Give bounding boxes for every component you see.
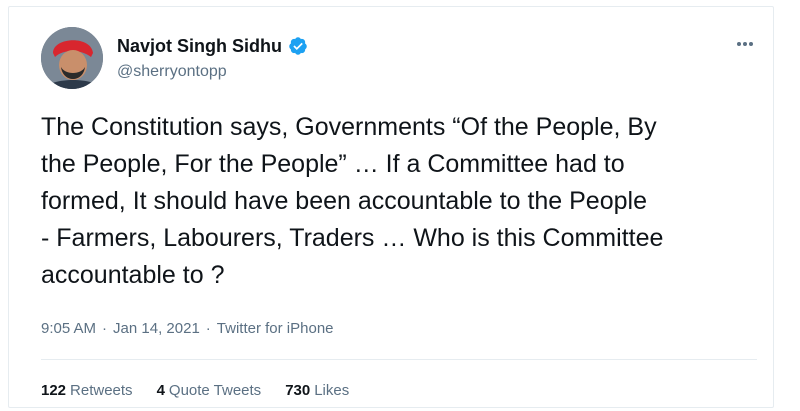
author-row: Navjot Singh Sidhu bbox=[117, 35, 308, 57]
retweets-count: 122 bbox=[41, 382, 67, 399]
author-handle[interactable]: @sherryontopp bbox=[117, 62, 227, 82]
tweet-card: Navjot Singh Sidhu @sherryontopp The Con… bbox=[8, 6, 774, 408]
engagement-stats: 122 Retweets 4 Quote Tweets 730 Likes bbox=[41, 381, 349, 401]
more-options-icon[interactable] bbox=[733, 37, 757, 51]
dot bbox=[743, 42, 747, 46]
likes-stat[interactable]: 730 Likes bbox=[285, 381, 349, 401]
verified-badge-icon bbox=[288, 36, 308, 56]
avatar[interactable] bbox=[41, 27, 103, 89]
tweet-source[interactable]: Twitter for iPhone bbox=[217, 319, 334, 339]
tweet-time[interactable]: 9:05 AM bbox=[41, 319, 96, 339]
tweet-meta: 9:05 AM · Jan 14, 2021 · Twitter for iPh… bbox=[41, 319, 334, 339]
retweets-label: Retweets bbox=[70, 382, 133, 399]
likes-label: Likes bbox=[314, 382, 350, 399]
meta-separator: · bbox=[205, 320, 211, 337]
quote-tweets-label: Quote Tweets bbox=[168, 382, 262, 399]
dot bbox=[737, 42, 741, 46]
quote-tweets-stat[interactable]: 4 Quote Tweets bbox=[157, 381, 262, 401]
tweet-date[interactable]: Jan 14, 2021 bbox=[113, 319, 200, 339]
tweet-text: The Constitution says, Governments “Of t… bbox=[41, 113, 664, 289]
meta-separator: · bbox=[102, 320, 108, 337]
avatar-image bbox=[41, 27, 103, 89]
quote-tweets-count: 4 bbox=[156, 382, 165, 399]
divider bbox=[41, 359, 757, 360]
likes-count: 730 bbox=[285, 382, 311, 399]
dot bbox=[749, 42, 753, 46]
author-name[interactable]: Navjot Singh Sidhu bbox=[117, 35, 282, 57]
retweets-stat[interactable]: 122 Retweets bbox=[41, 381, 133, 401]
